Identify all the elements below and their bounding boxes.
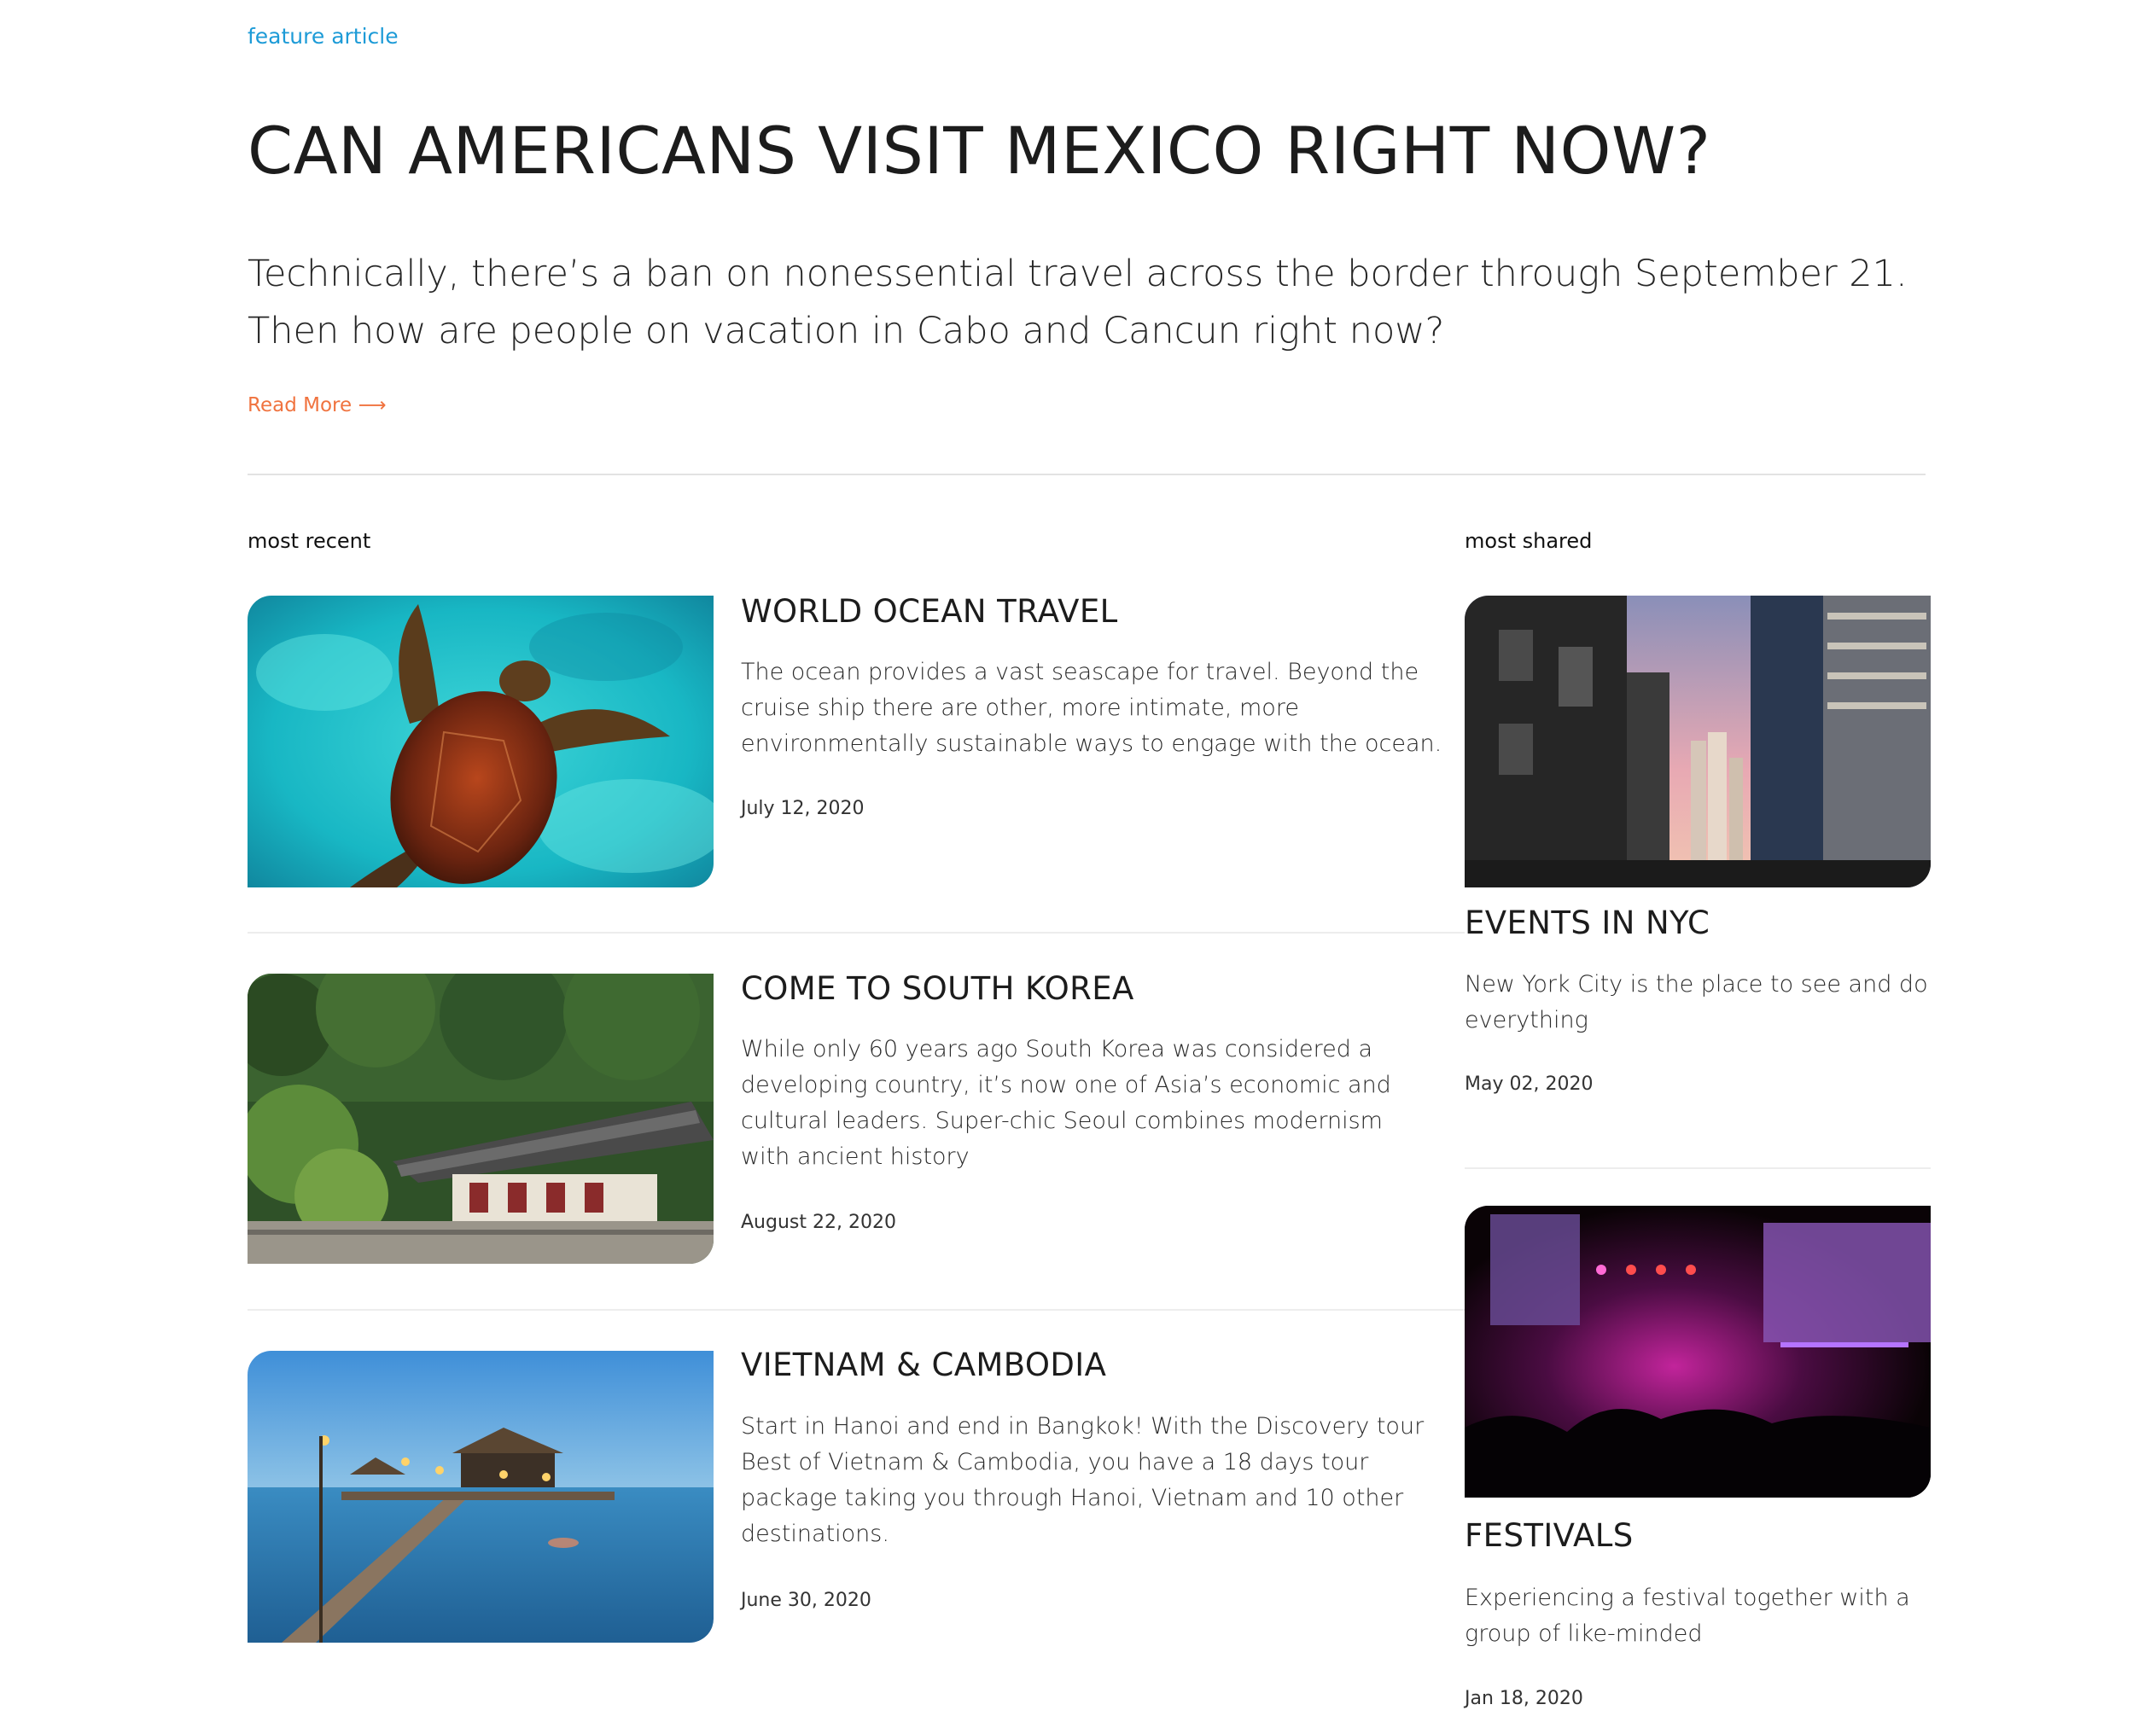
row-divider: [248, 1309, 1465, 1311]
card-title[interactable]: WORLD OCEAN TRAVEL: [741, 593, 1118, 630]
feature-title[interactable]: CAN AMERICANS VISIT MEXICO RIGHT NOW?: [248, 113, 1710, 189]
row-divider: [1465, 1167, 1931, 1169]
feature-lede: Technically, there’s a ban on nonessenti…: [248, 253, 1908, 352]
row-divider: [248, 932, 1465, 934]
city-street-image[interactable]: [1465, 596, 1931, 887]
card-date: May 02, 2020: [1465, 1073, 1594, 1095]
card-title[interactable]: COME TO SOUTH KOREA: [741, 970, 1134, 1007]
card-title[interactable]: FESTIVALS: [1465, 1517, 1634, 1554]
card-date: June 30, 2020: [741, 1590, 871, 1611]
card-text: The ocean provides a vast seascape for t…: [741, 659, 1442, 757]
korean-temple-image[interactable]: [248, 974, 714, 1264]
section-divider: [248, 474, 1926, 475]
card-date: August 22, 2020: [741, 1212, 896, 1233]
concert-image[interactable]: [1465, 1206, 1931, 1498]
pier-image[interactable]: [248, 1351, 714, 1643]
feature-kicker[interactable]: feature article: [248, 24, 399, 49]
card-title[interactable]: EVENTS IN NYC: [1465, 905, 1710, 941]
card-text: New York City is the place to see and do…: [1465, 971, 1928, 1033]
most-shared-heading: most shared: [1465, 529, 1593, 553]
card-date: July 12, 2020: [741, 798, 865, 819]
read-more-label: Read More: [248, 394, 353, 416]
card-title[interactable]: VIETNAM & CAMBODIA: [741, 1347, 1106, 1383]
read-more-link[interactable]: Read More ⟶: [248, 394, 386, 416]
card-date: Jan 18, 2020: [1465, 1688, 1583, 1709]
most-recent-heading: most recent: [248, 529, 371, 553]
card-text: Experiencing a festival together with a …: [1465, 1585, 1910, 1647]
card-text: While only 60 years ago South Korea was …: [741, 1036, 1391, 1170]
sea-turtle-image[interactable]: [248, 596, 714, 887]
card-text: Start in Hanoi and end in Bangkok! With …: [741, 1413, 1425, 1547]
arrow-right-icon: ⟶: [358, 394, 387, 416]
